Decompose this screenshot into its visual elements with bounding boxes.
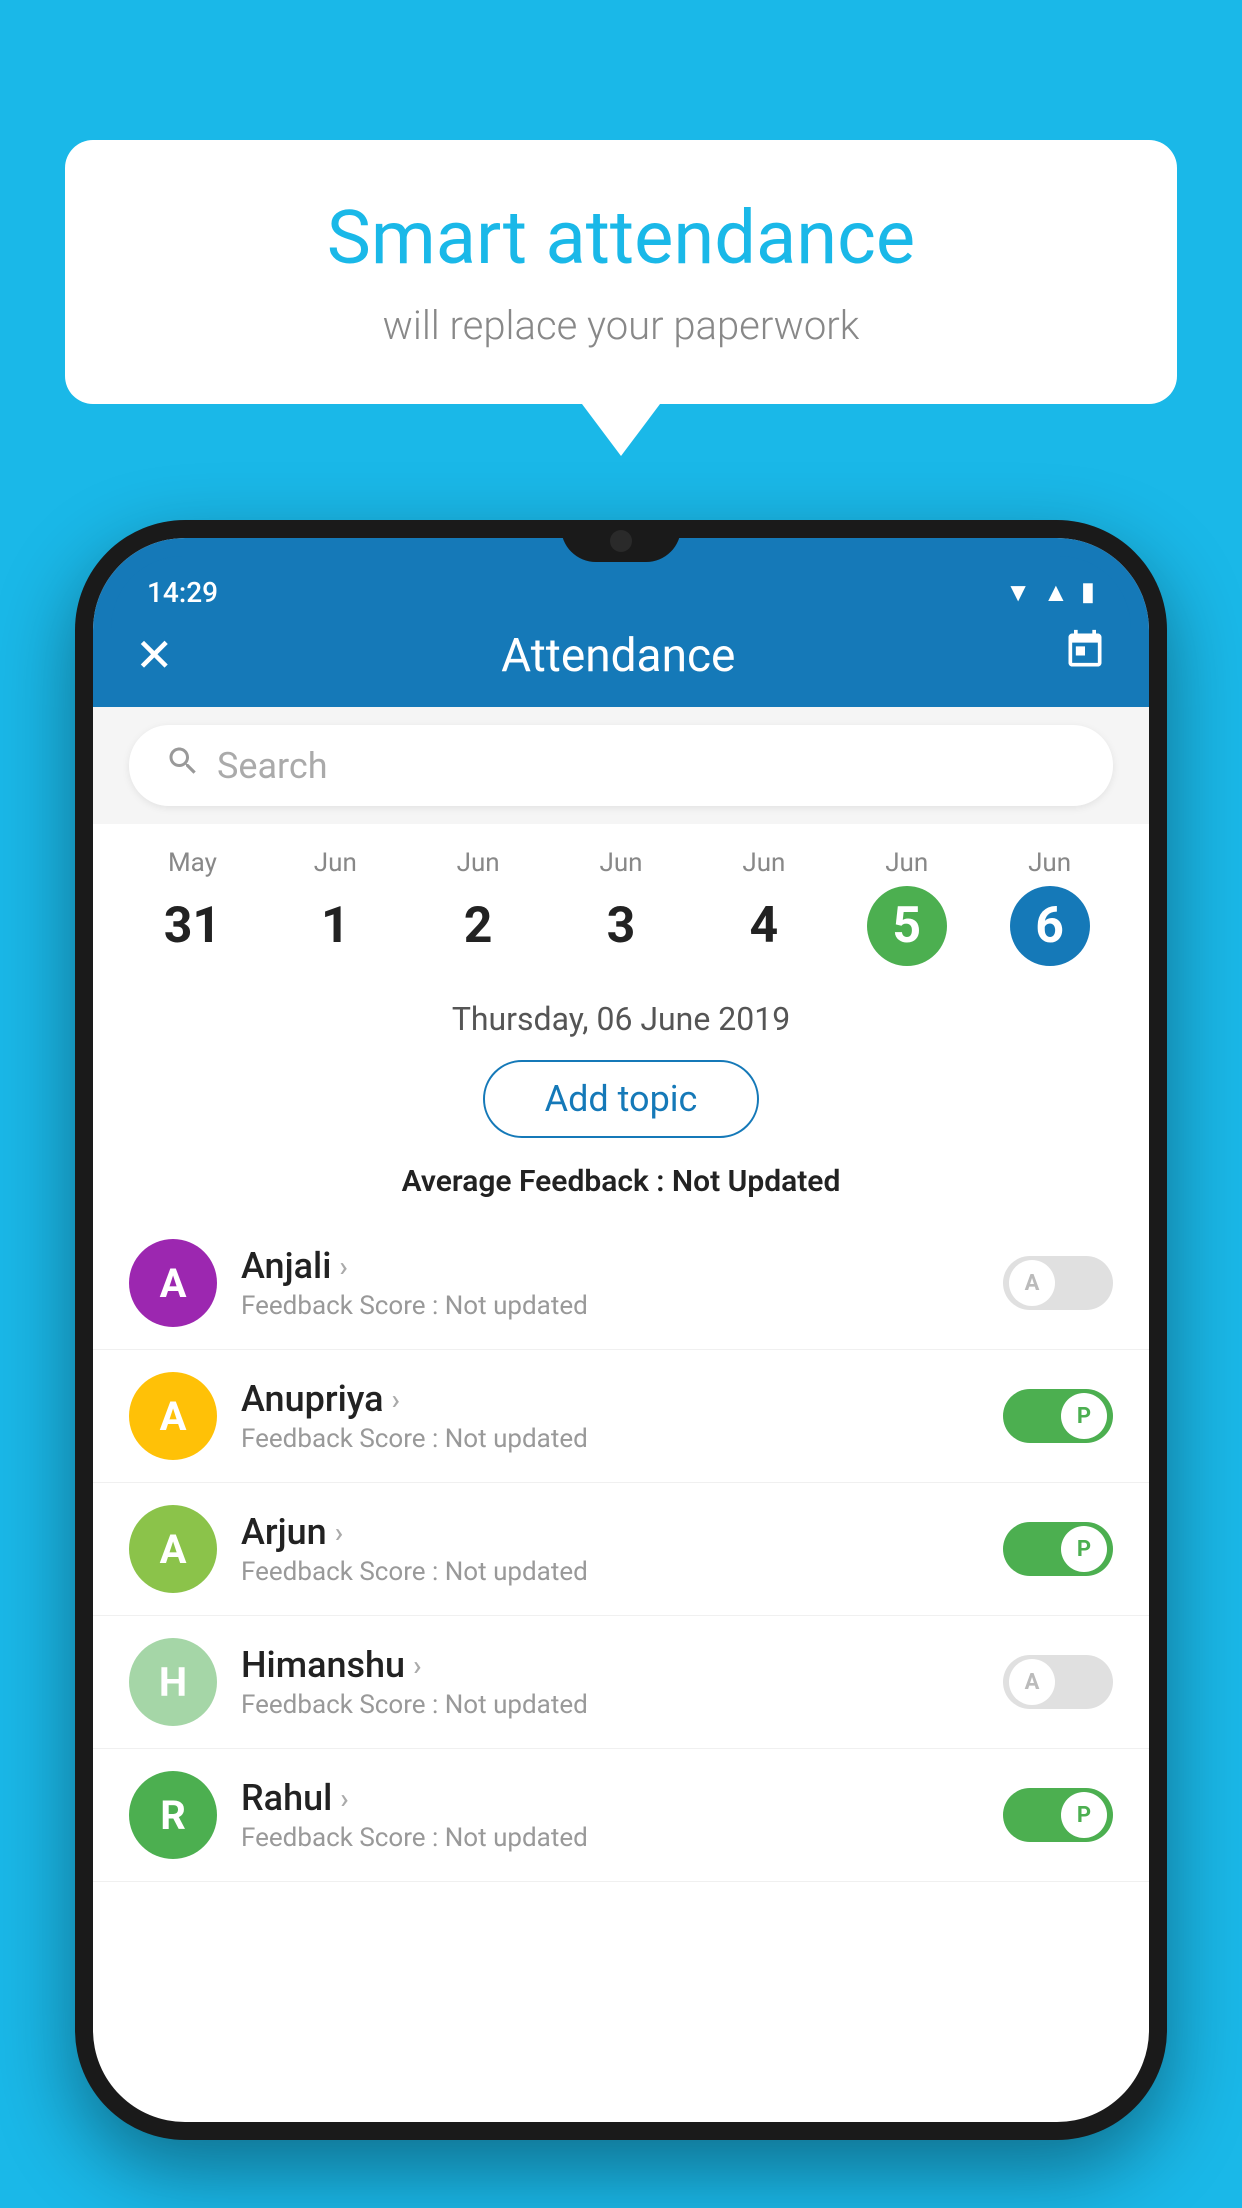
wifi-icon: ▼ xyxy=(1005,577,1031,608)
student-info: Himanshu › Feedback Score : Not updated xyxy=(241,1644,979,1720)
avatar: A xyxy=(129,1505,217,1593)
chevron-right-icon: › xyxy=(339,1250,347,1283)
phone-screen: 14:29 ▼ ▲ ▮ ✕ Attendance xyxy=(93,538,1149,2122)
status-icons: ▼ ▲ ▮ xyxy=(1005,577,1095,608)
avatar: A xyxy=(129,1372,217,1460)
calendar-month-label: Jun xyxy=(835,848,978,878)
student-row[interactable]: A Anjali › Feedback Score : Not updated A xyxy=(93,1217,1149,1350)
student-row[interactable]: A Arjun › Feedback Score : Not updated P xyxy=(93,1483,1149,1616)
attendance-toggle-container[interactable]: A xyxy=(1003,1655,1113,1709)
avg-feedback-value: Not Updated xyxy=(672,1164,840,1199)
calendar-strip: May 31 Jun 1 Jun 2 Jun 3 Jun 4 Jun 5 Jun 6 xyxy=(93,824,1149,982)
student-feedback: Feedback Score : Not updated xyxy=(241,1424,979,1454)
add-topic-button[interactable]: Add topic xyxy=(483,1060,760,1138)
student-row[interactable]: R Rahul › Feedback Score : Not updated P xyxy=(93,1749,1149,1882)
attendance-toggle-container[interactable]: P xyxy=(1003,1389,1113,1443)
bubble-title: Smart attendance xyxy=(125,195,1117,282)
attendance-toggle[interactable]: P xyxy=(1003,1389,1113,1443)
header-title: Attendance xyxy=(501,629,735,683)
average-feedback: Average Feedback : Not Updated xyxy=(93,1156,1149,1217)
chevron-right-icon: › xyxy=(340,1782,348,1815)
calendar-day[interactable]: May 31 xyxy=(121,848,264,966)
calendar-icon[interactable] xyxy=(1063,628,1107,683)
add-topic-container: Add topic xyxy=(93,1050,1149,1156)
notch xyxy=(561,520,681,562)
calendar-month-label: Jun xyxy=(407,848,550,878)
student-info: Arjun › Feedback Score : Not updated xyxy=(241,1511,979,1587)
search-container: Search xyxy=(93,707,1149,824)
calendar-month-label: Jun xyxy=(264,848,407,878)
signal-icon: ▲ xyxy=(1043,577,1069,608)
student-feedback: Feedback Score : Not updated xyxy=(241,1690,979,1720)
avatar: H xyxy=(129,1638,217,1726)
student-feedback: Feedback Score : Not updated xyxy=(241,1823,979,1853)
selected-date-label: Thursday, 06 June 2019 xyxy=(93,982,1149,1050)
calendar-month-label: May xyxy=(121,848,264,878)
student-name: Anupriya › xyxy=(241,1378,979,1420)
student-row[interactable]: A Anupriya › Feedback Score : Not updated P xyxy=(93,1350,1149,1483)
attendance-toggle[interactable]: A xyxy=(1003,1655,1113,1709)
student-list: AAnjali ›Feedback Score : Not updatedAAA… xyxy=(93,1217,1149,1882)
student-info: Anjali › Feedback Score : Not updated xyxy=(241,1245,979,1321)
chevron-right-icon: › xyxy=(392,1383,400,1416)
calendar-month-label: Jun xyxy=(550,848,693,878)
calendar-month-label: Jun xyxy=(692,848,835,878)
toggle-thumb: P xyxy=(1061,1792,1107,1838)
student-row[interactable]: H Himanshu › Feedback Score : Not updated A xyxy=(93,1616,1149,1749)
avatar: A xyxy=(129,1239,217,1327)
student-info: Rahul › Feedback Score : Not updated xyxy=(241,1777,979,1853)
calendar-day[interactable]: Jun 3 xyxy=(550,848,693,966)
toggle-thumb: A xyxy=(1009,1260,1055,1306)
phone-wrapper: 14:29 ▼ ▲ ▮ ✕ Attendance xyxy=(75,520,1167,2208)
calendar-date-number: 5 xyxy=(867,886,947,966)
chevron-right-icon: › xyxy=(413,1649,421,1682)
calendar-day[interactable]: Jun 2 xyxy=(407,848,550,966)
avg-feedback-label: Average Feedback : xyxy=(402,1164,672,1199)
chevron-right-icon: › xyxy=(335,1516,343,1549)
search-input[interactable]: Search xyxy=(217,745,328,787)
student-name: Rahul › xyxy=(241,1777,979,1819)
attendance-toggle[interactable]: P xyxy=(1003,1788,1113,1842)
student-feedback: Feedback Score : Not updated xyxy=(241,1557,979,1587)
student-name: Arjun › xyxy=(241,1511,979,1553)
toggle-thumb: P xyxy=(1061,1526,1107,1572)
calendar-date-number: 4 xyxy=(724,886,804,966)
phone: 14:29 ▼ ▲ ▮ ✕ Attendance xyxy=(75,520,1167,2140)
attendance-toggle-container[interactable]: P xyxy=(1003,1522,1113,1576)
attendance-toggle[interactable]: P xyxy=(1003,1522,1113,1576)
attendance-toggle-container[interactable]: A xyxy=(1003,1256,1113,1310)
status-bar: 14:29 ▼ ▲ ▮ xyxy=(111,556,1131,628)
toggle-thumb: P xyxy=(1061,1393,1107,1439)
attendance-toggle[interactable]: A xyxy=(1003,1256,1113,1310)
calendar-day[interactable]: Jun 5 xyxy=(835,848,978,966)
calendar-date-number: 31 xyxy=(152,886,232,966)
student-name: Himanshu › xyxy=(241,1644,979,1686)
status-time: 14:29 xyxy=(147,576,218,609)
attendance-toggle-container[interactable]: P xyxy=(1003,1788,1113,1842)
calendar-date-number: 3 xyxy=(581,886,661,966)
bubble-subtitle: will replace your paperwork xyxy=(125,302,1117,349)
camera-dot xyxy=(610,530,632,552)
calendar-day[interactable]: Jun 4 xyxy=(692,848,835,966)
student-feedback: Feedback Score : Not updated xyxy=(241,1291,979,1321)
search-bar[interactable]: Search xyxy=(129,725,1113,806)
speech-bubble-container: Smart attendance will replace your paper… xyxy=(65,140,1177,404)
calendar-day[interactable]: Jun 1 xyxy=(264,848,407,966)
calendar-date-number: 1 xyxy=(295,886,375,966)
calendar-day[interactable]: Jun 6 xyxy=(978,848,1121,966)
toggle-thumb: A xyxy=(1009,1659,1055,1705)
calendar-month-label: Jun xyxy=(978,848,1121,878)
student-info: Anupriya › Feedback Score : Not updated xyxy=(241,1378,979,1454)
calendar-date-number: 6 xyxy=(1010,886,1090,966)
student-name: Anjali › xyxy=(241,1245,979,1287)
avatar: R xyxy=(129,1771,217,1859)
close-button[interactable]: ✕ xyxy=(135,628,174,683)
speech-bubble: Smart attendance will replace your paper… xyxy=(65,140,1177,404)
battery-icon: ▮ xyxy=(1081,577,1095,607)
search-icon xyxy=(165,743,201,788)
calendar-date-number: 2 xyxy=(438,886,518,966)
